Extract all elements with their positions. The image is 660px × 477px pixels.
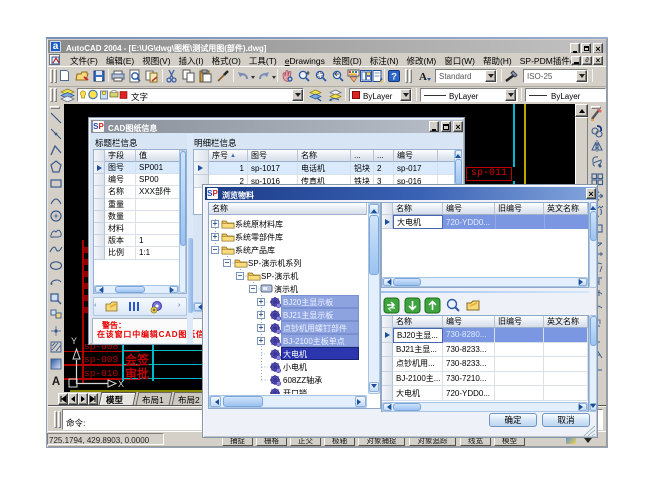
svg-text:A: A [419,71,427,83]
svg-text:?: ? [391,72,397,83]
svg-text:X: X [118,379,124,389]
svg-text:A: A [52,376,60,388]
svg-text:Y: Y [71,336,77,346]
